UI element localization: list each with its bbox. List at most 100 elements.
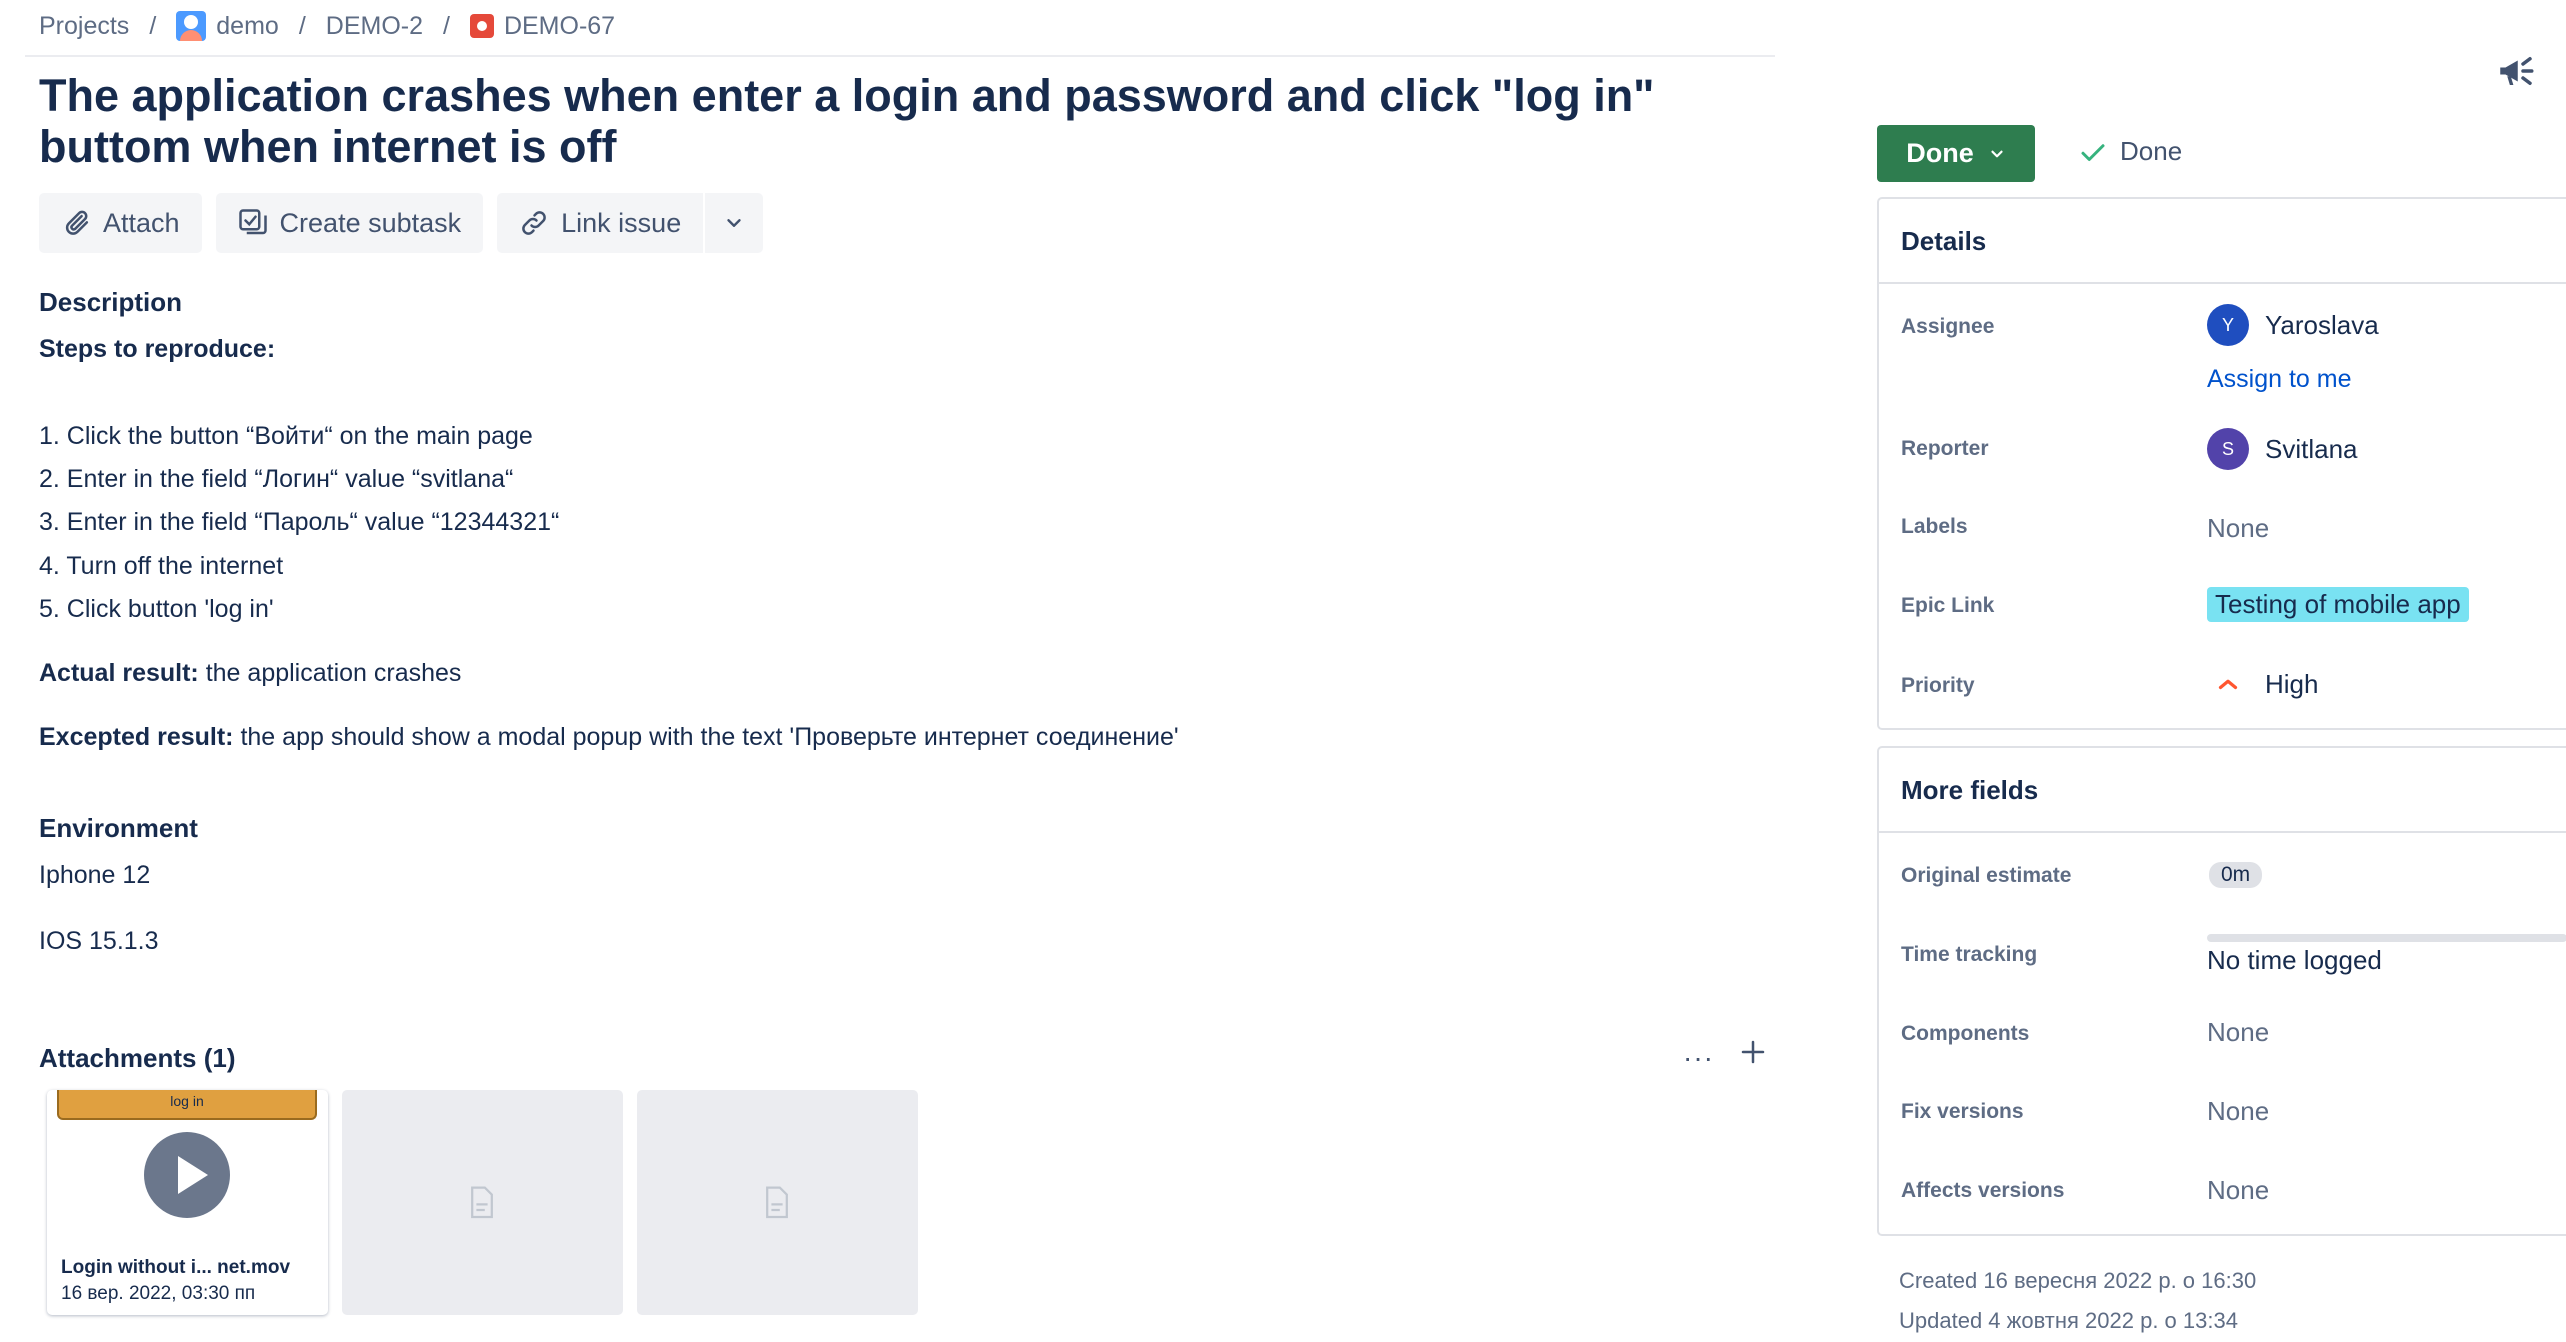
bug-icon: [469, 14, 494, 38]
epic-link-label: Epic Link: [1901, 594, 1995, 617]
time-tracking-bar[interactable]: [2207, 934, 2566, 942]
breadcrumb: Projects / demo / DEMO-2 / DEMO-67: [39, 8, 615, 44]
labels-value[interactable]: None: [2207, 513, 2269, 544]
link-icon: [522, 211, 546, 235]
resolution-status: Done: [2078, 136, 2182, 167]
attachments-more-button[interactable]: ···: [1683, 1042, 1714, 1074]
affects-versions-value[interactable]: None: [2207, 1175, 2269, 1206]
link-issue-button[interactable]: Link issue: [497, 193, 704, 253]
reporter-value[interactable]: S Svitlana: [2207, 428, 2358, 470]
steps-heading: Steps to reproduce:: [39, 335, 276, 363]
play-icon[interactable]: [144, 1132, 230, 1218]
fix-versions-label: Fix versions: [1901, 1100, 2024, 1123]
chevron-down-icon: [727, 219, 741, 227]
attach-label: Attach: [103, 207, 180, 238]
assignee-label: Assignee: [1901, 315, 1995, 338]
fix-versions-value[interactable]: None: [2207, 1096, 2269, 1127]
breadcrumb-separator: /: [298, 11, 306, 40]
environment-line: IOS 15.1.3: [39, 927, 159, 955]
labels-label: Labels: [1901, 515, 1968, 538]
create-subtask-label: Create subtask: [279, 207, 462, 238]
expected-result-label: Excepted result:: [39, 723, 234, 751]
more-fields-divider: [1879, 831, 2566, 833]
avatar: S: [2207, 428, 2249, 470]
avatar: Y: [2207, 304, 2249, 346]
link-issue-label: Link issue: [561, 207, 682, 238]
link-issue-group: Link issue: [497, 193, 764, 253]
time-tracking-value: No time logged: [2207, 945, 2382, 975]
environment-line: Iphone 12: [39, 861, 151, 889]
description-heading: Description: [39, 287, 183, 317]
priority-name: High: [2265, 669, 2319, 699]
original-estimate-value[interactable]: 0m: [2209, 862, 2263, 888]
plus-icon: [1741, 1040, 1765, 1064]
step-item: 2. Enter in the field “Логин“ value “svi…: [39, 465, 514, 493]
status-button[interactable]: Done: [1877, 125, 2035, 182]
more-fields-heading[interactable]: More fields: [1901, 775, 2038, 806]
expected-result-text: the app should show a modal popup with t…: [233, 723, 1179, 751]
toolbar-more-button[interactable]: [705, 193, 764, 253]
actual-result-text: the application crashes: [198, 659, 462, 687]
updated-date: Updated 4 жовтня 2022 р. о 13:34: [1899, 1308, 2238, 1333]
environment-heading: Environment: [39, 813, 198, 843]
assignee-name: Yaroslava: [2265, 309, 2379, 340]
created-date: Created 16 вересня 2022 р. о 16:30: [1899, 1268, 2257, 1293]
resolution-label: Done: [2120, 136, 2183, 166]
issue-title[interactable]: The application crashes when enter a log…: [39, 70, 1759, 172]
attachment-date: 16 вер. 2022, 03:30 пп: [61, 1283, 256, 1304]
breadcrumb-separator: /: [443, 11, 450, 40]
assign-to-me-link[interactable]: Assign to me: [2207, 365, 2352, 394]
reporter-name: Svitlana: [2265, 433, 2358, 464]
expected-result: Excepted result: the app should show a m…: [39, 723, 1179, 752]
time-tracking-label: Time tracking: [1901, 943, 2038, 966]
affects-versions-label: Affects versions: [1901, 1179, 2065, 1202]
create-subtask-button[interactable]: Create subtask: [215, 193, 484, 253]
breadcrumb-separator: /: [149, 11, 157, 40]
paperclip-icon: [65, 210, 89, 235]
breadcrumb-project-label: demo: [216, 11, 279, 40]
issue-toolbar: Attach Create subtask Link issue: [39, 193, 764, 253]
breadcrumb-epic[interactable]: DEMO-2: [326, 12, 423, 41]
feedback-megaphone-icon[interactable]: [2495, 50, 2537, 97]
breadcrumb-issue-label: DEMO-67: [503, 11, 616, 40]
breadcrumb-epic-label: DEMO-2: [325, 11, 423, 40]
attachments-add-button[interactable]: [1738, 1037, 1768, 1072]
step-item: 4. Turn off the internet: [39, 552, 284, 580]
document-icon: [766, 1186, 788, 1219]
attachment-name: Login without i... net.mov: [61, 1257, 291, 1278]
step-item: 3. Enter in the field “Пароль“ value “12…: [39, 508, 560, 536]
priority-label: Priority: [1901, 674, 1975, 697]
project-avatar-icon: [176, 11, 207, 41]
original-estimate-label: Original estimate: [1901, 864, 2072, 887]
estimate-lozenge: 0m: [2209, 862, 2263, 888]
breadcrumb-projects[interactable]: Projects: [39, 12, 129, 41]
attach-button[interactable]: Attach: [39, 193, 202, 253]
components-value[interactable]: None: [2207, 1017, 2269, 1048]
assignee-value[interactable]: Y Yaroslava: [2207, 304, 2379, 346]
status-button-label: Done: [1906, 138, 1974, 168]
breadcrumb-projects-label: Projects: [39, 11, 130, 40]
breadcrumb-project[interactable]: demo: [176, 11, 279, 41]
components-label: Components: [1901, 1022, 2030, 1045]
document-icon: [471, 1186, 493, 1219]
priority-high-icon: [2218, 679, 2238, 689]
checkmark-icon: [2081, 143, 2105, 161]
actual-result: Actual result: the application crashes: [39, 659, 461, 688]
breadcrumb-issue[interactable]: DEMO-67: [469, 11, 616, 41]
epic-link-value[interactable]: Testing of mobile app: [2207, 587, 2469, 622]
details-heading[interactable]: Details: [1901, 226, 1986, 257]
epic-lozenge[interactable]: Testing of mobile app: [2207, 587, 2469, 622]
more-fields-panel: [1877, 746, 2566, 1236]
chevron-down-icon: [1991, 150, 2003, 157]
attachment-thumbnail-label: log in: [57, 1090, 317, 1120]
breadcrumb-divider: [25, 55, 1775, 57]
actual-result-label: Actual result:: [39, 659, 199, 687]
attachments-heading: Attachments (1): [39, 1043, 236, 1073]
details-divider: [1879, 282, 2566, 284]
subtask-icon: [238, 209, 267, 235]
attachment-card-video[interactable]: log in Login without i... net.mov 16 вер…: [47, 1090, 328, 1315]
reporter-label: Reporter: [1901, 437, 1989, 460]
attachment-card-placeholder[interactable]: [637, 1090, 918, 1315]
attachment-card-placeholder[interactable]: [342, 1090, 623, 1315]
priority-value[interactable]: High: [2207, 669, 2318, 700]
